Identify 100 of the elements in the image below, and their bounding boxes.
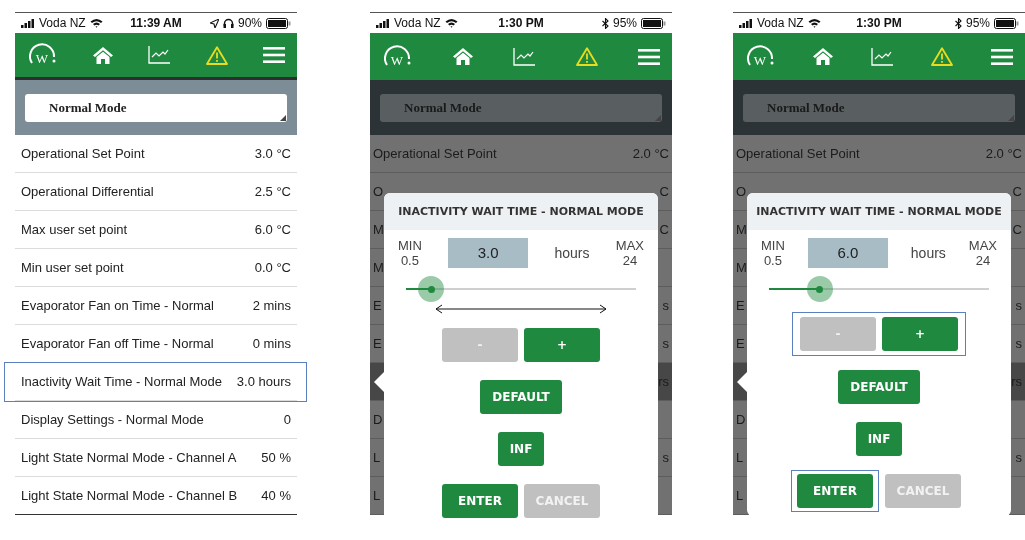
setting-label: M	[373, 222, 384, 237]
setting-label: Light State Normal Mode - Channel B	[21, 488, 238, 503]
menu-icon[interactable]	[638, 48, 660, 65]
mode-dropdown[interactable]: Normal Mode	[380, 93, 662, 122]
setting-value: 0	[283, 412, 291, 427]
setting-label: E	[736, 336, 745, 351]
line-chart-icon[interactable]	[148, 46, 170, 64]
wifi-icon	[444, 18, 458, 28]
setting-label: D	[736, 412, 746, 427]
setting-value: s	[1015, 336, 1022, 351]
setting-label: Min user set point	[21, 260, 124, 275]
value-field[interactable]: 6.0	[807, 238, 888, 268]
line-chart-icon[interactable]	[871, 47, 893, 66]
setting-label: Operational Set Point	[21, 146, 145, 161]
warning-icon[interactable]	[205, 45, 228, 65]
signal-icon	[739, 18, 753, 28]
carrier-name: Voda NZ	[394, 16, 441, 30]
bluetooth-icon	[601, 17, 609, 29]
battery-icon	[994, 17, 1019, 29]
home-icon[interactable]	[92, 46, 113, 64]
dialog-button[interactable]: +	[882, 317, 958, 351]
unit-label: hours	[910, 245, 946, 261]
min-label: MIN	[761, 238, 785, 253]
mode-dropdown[interactable]: Normal Mode	[743, 93, 1015, 122]
dialog-title: INACTIVITY WAIT TIME - NORMAL MODE	[747, 193, 1011, 230]
dialog-button[interactable]: INF	[855, 422, 903, 456]
setting-value: 0.0 °C	[254, 260, 291, 275]
battery-icon	[266, 17, 291, 29]
setting-value: 2 mins	[252, 298, 291, 313]
settings-row[interactable]: Operational Set Point 2.0 °C	[733, 135, 1025, 173]
bluetooth-icon	[954, 17, 962, 29]
headphones-icon	[222, 18, 234, 28]
warning-icon[interactable]	[931, 47, 953, 66]
dialog-button[interactable]: +	[524, 328, 600, 362]
setting-label: L	[373, 488, 381, 503]
wifi-icon	[89, 18, 103, 28]
carrier-name: Voda NZ	[757, 16, 804, 30]
setting-value: 3.0 °C	[254, 146, 291, 161]
setting-value: C	[1012, 222, 1022, 237]
setting-value: 40 %	[261, 488, 291, 503]
min-value: 0.5	[763, 253, 782, 268]
setting-value: C	[1012, 184, 1022, 199]
value-field[interactable]: 3.0	[448, 238, 529, 268]
signal-icon	[376, 18, 390, 28]
setting-label: Operational Differential	[21, 184, 154, 199]
setting-label: Light State Normal Mode - Channel A	[21, 450, 237, 465]
status-time: 1:30 PM	[856, 16, 902, 30]
setting-label: Operational Set Point	[373, 146, 497, 161]
signal-icon	[21, 18, 35, 28]
setting-label: M	[373, 260, 384, 275]
battery-icon	[641, 17, 666, 29]
setting-label: Operational Set Point	[736, 146, 860, 161]
dialog-button[interactable]: ENTER	[797, 474, 873, 508]
mode-dropdown[interactable]: Normal Mode	[25, 93, 287, 122]
dialog-button[interactable]: ENTER	[442, 484, 518, 518]
min-label: MIN	[398, 238, 422, 253]
unit-label: hours	[554, 245, 590, 261]
setting-value: s	[1015, 298, 1022, 313]
logo-mark[interactable]: W	[745, 43, 775, 70]
setting-label: L	[373, 450, 381, 465]
max-label: MAX	[615, 238, 644, 253]
dialog-button[interactable]: DEFAULT	[480, 380, 562, 414]
menu-icon[interactable]	[991, 48, 1013, 65]
logo-mark[interactable]: W	[27, 42, 57, 68]
slider-thumb[interactable]	[806, 276, 833, 302]
dialog-button[interactable]: DEFAULT	[838, 370, 920, 404]
slider-thumb[interactable]	[418, 276, 445, 302]
setting-label: L	[736, 488, 744, 503]
line-chart-icon[interactable]	[513, 47, 535, 66]
setting-label: M	[736, 222, 747, 237]
setting-value: s	[662, 336, 669, 351]
logo-mark[interactable]: W	[382, 43, 412, 70]
setting-value: 0 mins	[252, 336, 291, 351]
setting-value: C	[659, 184, 669, 199]
setting-value: s	[662, 450, 669, 465]
settings-row[interactable]: Operational Set Point 2.0 °C	[370, 135, 672, 173]
status-time: 11:39 AM	[130, 16, 182, 30]
home-icon[interactable]	[452, 48, 473, 65]
battery-percent: 95%	[612, 16, 637, 30]
setting-label: Display Settings - Normal Mode	[21, 412, 204, 427]
dialog-button[interactable]: INF	[497, 432, 545, 466]
setting-value: 50 %	[261, 450, 291, 465]
setting-label: Max user set point	[21, 222, 128, 237]
max-label: MAX	[968, 238, 997, 253]
setting-label: E	[373, 298, 382, 313]
setting-label: M	[736, 260, 747, 275]
setting-value: C	[659, 222, 669, 237]
home-icon[interactable]	[813, 48, 833, 65]
menu-icon[interactable]	[263, 47, 285, 63]
setting-value: 6.0 °C	[254, 222, 291, 237]
setting-label: L	[736, 450, 744, 465]
setting-label: Inactivity Wait Time - Normal Mode	[21, 374, 223, 389]
setting-label: O	[373, 184, 384, 199]
carrier-name: Voda NZ	[39, 16, 86, 30]
battery-percent: 95%	[965, 16, 990, 30]
warning-icon[interactable]	[575, 47, 598, 66]
setting-label: D	[373, 412, 383, 427]
setting-value: 2.0 °C	[985, 146, 1022, 161]
setting-label: Evaporator Fan off Time - Normal	[21, 336, 214, 351]
wifi-icon	[807, 18, 821, 28]
